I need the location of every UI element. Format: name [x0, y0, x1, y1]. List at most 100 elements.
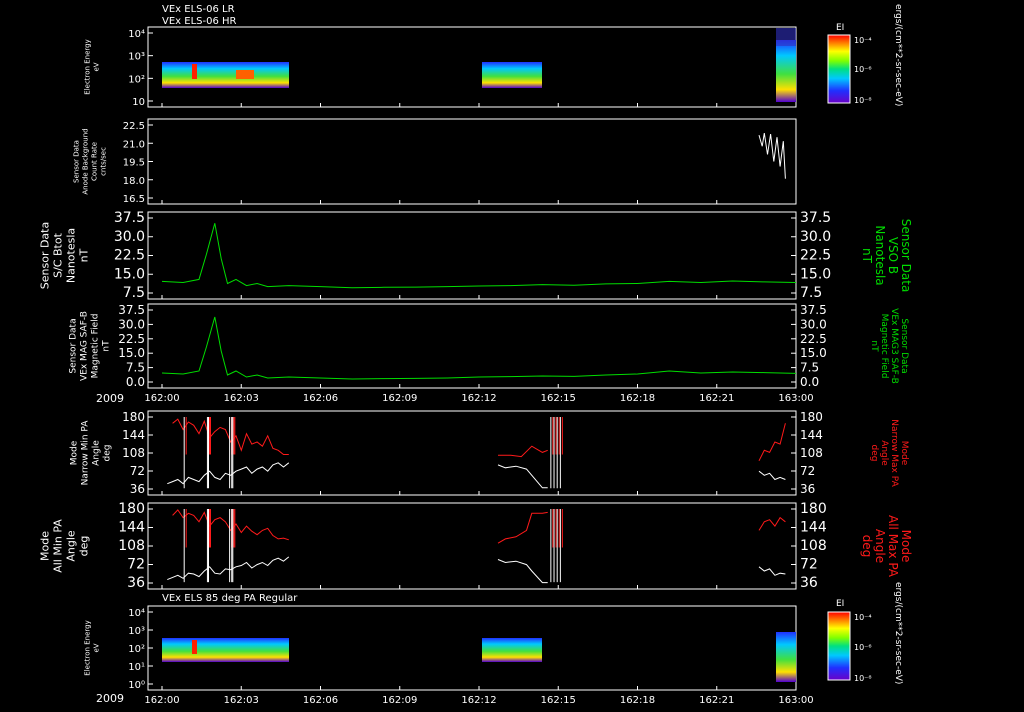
panel-5-frame	[147, 410, 797, 496]
panel-3-ylabel-line-3: nT	[78, 248, 91, 262]
panel-3-series-green-0	[161, 223, 797, 289]
panel-3-right-label-line-1: VSO B	[886, 237, 900, 274]
panel-5-ytick-label-3: 72	[130, 464, 145, 478]
year-label-bottom: 2009	[96, 692, 124, 705]
panel-1-ytick-label-3: 10	[132, 97, 145, 108]
spec7-block-c	[776, 632, 796, 682]
panel-7-ytick-label-2: 10²	[128, 644, 145, 655]
panel-7-time-label-1: 162:03	[224, 695, 259, 706]
panel-3-ytick-label-4: 7.5	[123, 285, 145, 301]
panel-6-ylabel-line-0: Mode	[39, 531, 52, 561]
panel-6-right-label-line-2: Angle	[873, 529, 887, 563]
colorbar-top-tick-0: 10⁻⁴	[854, 36, 872, 45]
colorbar-bottom: EI 10⁻⁴ 10⁻⁶ 10⁻⁸ ergs/(cm**2-sr-sec-eV)	[827, 582, 903, 684]
panel-6-frame	[147, 502, 797, 590]
panel-4-ytick-label-0: 37.5	[118, 303, 145, 317]
panel-5-series-white-0	[167, 462, 290, 485]
panel-7-time-label-6: 162:18	[620, 695, 655, 706]
panel-4-ytick-label-1: 30.0	[118, 317, 145, 331]
colorbar-top-tick-2: 10⁻⁸	[854, 96, 872, 105]
panel-3-ytick-label-1: 30.0	[114, 229, 145, 245]
panel-4-ytick-label-right-5: 0.0	[800, 375, 819, 389]
panel-6-ytick-label-4: 36	[127, 575, 145, 591]
panel-7-time-label-5: 162:15	[541, 695, 576, 706]
panel-2-frame	[147, 118, 797, 205]
panel-5-series-white-1	[497, 464, 548, 489]
panel-4-right-label-line-3: nT	[869, 340, 879, 352]
panel-7-ytick-label-0: 10⁴	[128, 608, 145, 619]
panel-4-time-label-8: 163:00	[778, 393, 813, 404]
panel-6-series-white-2	[758, 566, 786, 576]
panel-5-ytick-label-right-4: 36	[800, 482, 815, 496]
panel-2-ylabel-line-3: cnts/sec	[100, 147, 108, 176]
colorbar-bottom-label: EI	[836, 599, 844, 609]
panel-5-ytick-label-2: 108	[122, 446, 145, 460]
panel-3-ylabel-line-1: S/C Btot	[52, 232, 65, 277]
panel-4-ytick-label-right-0: 37.5	[800, 303, 827, 317]
panel-4-frame	[147, 303, 797, 389]
panel-5-ytick-label-1: 144	[122, 428, 145, 442]
panel-6-ytick-label-2: 108	[118, 538, 145, 554]
panel-3-ytick-label-right-4: 7.5	[800, 285, 822, 301]
panel-4-ytick-label-3: 15.0	[118, 346, 145, 360]
panel-1-ytick-label-1: 10³	[128, 52, 145, 63]
panel-5-series-red-1	[498, 445, 548, 458]
panel-6-series-red-1	[497, 511, 548, 544]
panel-5-ytick-label-0: 180	[122, 410, 145, 424]
panel-6-ytick-label-3: 72	[127, 557, 145, 573]
panel-7-time-label-0: 162:00	[144, 695, 179, 706]
panel-7-time-label-2: 162:06	[303, 695, 338, 706]
panel-5-ylabel-line-0: Mode	[70, 440, 80, 465]
panel-2-ytick-label-1: 21.0	[123, 139, 145, 150]
panel-5-series-red-0	[172, 418, 289, 455]
colorbar-top-unit: ergs/(cm**2-sr-sec-eV)	[893, 4, 903, 106]
panel-4-ytick-label-right-4: 7.5	[800, 361, 819, 375]
panel-4-time-label-6: 162:18	[620, 393, 655, 404]
colorbar-bottom-tick-1: 10⁻⁶	[854, 643, 872, 652]
panel-1-ylabel-line-0: Electron Energy	[84, 39, 92, 94]
panel-5-series-white-2	[758, 470, 786, 481]
panel-4-time-label-5: 162:15	[541, 393, 576, 404]
panel-4-right-label-line-2: Magnetic Field	[879, 314, 889, 379]
panel-6-ylabel-line-1: All Min PA	[52, 519, 65, 573]
panel-4-time-label-4: 162:12	[461, 393, 496, 404]
multi-panel-plot: VEx ELS-06 LR VEx ELS-06 HR VEx ELS 85 d…	[39, 4, 914, 706]
panel-6-right-label-line-3: deg	[860, 535, 874, 558]
panel-3-ytick-label-right-1: 30.0	[800, 229, 831, 245]
header-line-1: VEx ELS-06 LR	[162, 4, 235, 15]
figure-canvas: VEx ELS-06 LR VEx ELS-06 HR VEx ELS 85 d…	[0, 0, 1024, 708]
spec1-block-c	[776, 40, 796, 102]
panel-6-ylabel-line-3: deg	[78, 536, 91, 557]
panel-6-series-red-0	[172, 509, 289, 541]
panel-3-right-label-line-2: Nanotesla	[873, 225, 887, 285]
panel-3-ytick-label-right-3: 15.0	[800, 266, 831, 282]
panel-6-series-white-1	[497, 559, 548, 584]
panel-6-ytick-label-0: 180	[118, 501, 145, 517]
panel-2-ylabel-line-0: Sensor Data	[73, 140, 81, 183]
panel-4-ytick-label-right-1: 30.0	[800, 317, 827, 331]
panel-2-ytick-label-0: 22.5	[123, 121, 145, 132]
panel-5-ytick-label-right-1: 144	[800, 428, 823, 442]
spec1-block-c-top	[776, 28, 796, 46]
panel-3-ytick-label-right-0: 37.5	[800, 210, 831, 226]
panel-2-ylabel-line-2: Count Rate	[91, 142, 99, 181]
panel-5-right-label-line-0: Mode	[899, 441, 909, 466]
spec7-block-b	[482, 638, 542, 662]
panel-3-ytick-label-0: 37.5	[114, 210, 145, 226]
spectrogram-1	[162, 28, 796, 102]
panel-2-ytick-label-2: 19.5	[123, 158, 145, 169]
panel-2-series-white-0	[758, 133, 786, 179]
panel-6-series-white-0	[167, 556, 290, 581]
spec1-hot-a	[192, 64, 197, 79]
panel-5-right-label-line-1: Narrow Max PA	[889, 419, 899, 487]
panel-4-ylabel-line-1: VEx MAG SAF-B	[80, 311, 90, 381]
spec1-block-b	[482, 62, 542, 88]
panel-6-right-label-line-1: All Max PA	[886, 515, 900, 578]
panel-2-ytick-label-3: 18.0	[123, 176, 145, 187]
panel-4-time-label-2: 162:06	[303, 393, 338, 404]
panel-5-ytick-label-right-3: 72	[800, 464, 815, 478]
spectrogram-7	[162, 632, 796, 682]
panel-7-time-label-8: 163:00	[778, 695, 813, 706]
colorbar-bottom-tick-2: 10⁻⁸	[854, 674, 872, 683]
panel-7-ytick-label-1: 10³	[128, 626, 145, 637]
